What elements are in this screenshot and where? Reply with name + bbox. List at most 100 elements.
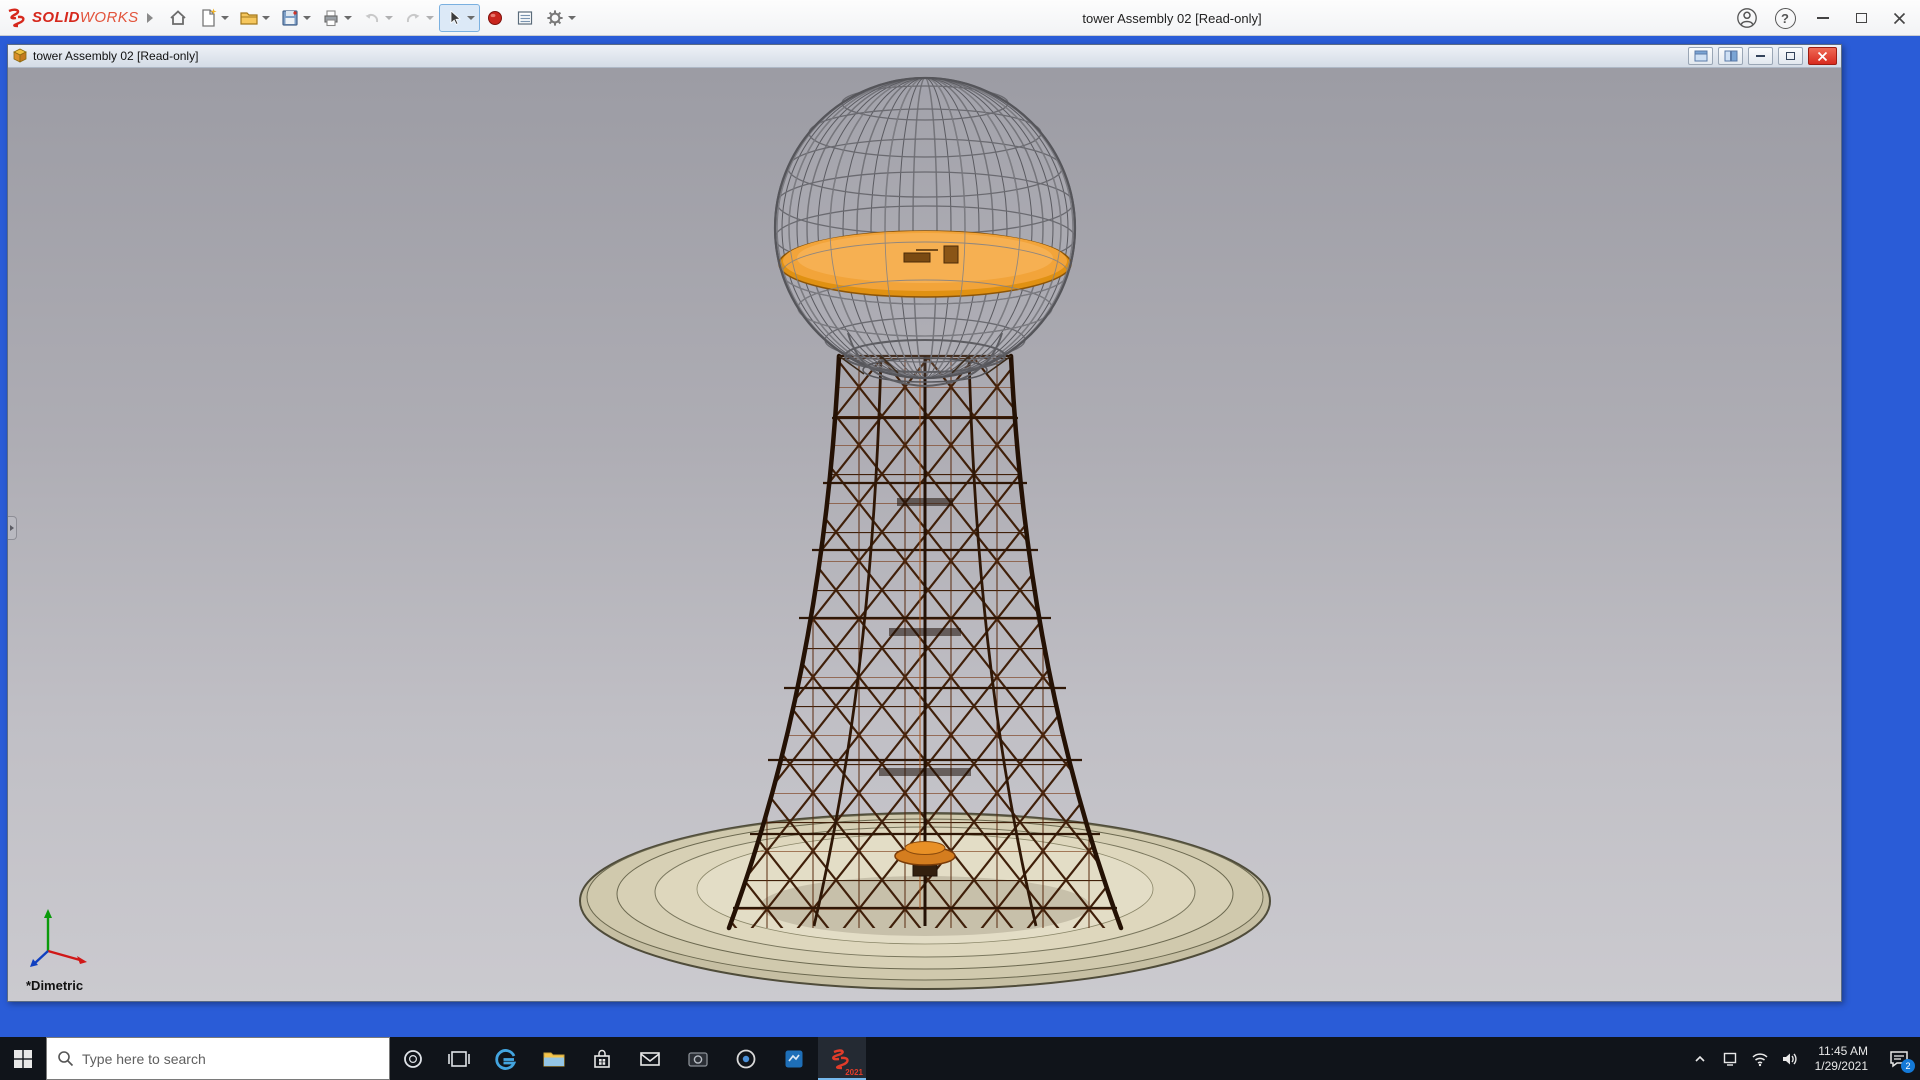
solidworks-taskbar-icon	[829, 1047, 855, 1071]
blue-app-icon	[782, 1047, 806, 1071]
mdi-background: tower Assembly 02 [Read-only]	[0, 36, 1920, 1037]
undo-icon	[362, 8, 382, 28]
store-bag-icon	[590, 1047, 614, 1071]
document-close-button[interactable]	[1808, 47, 1837, 65]
mail-envelope-icon	[638, 1047, 662, 1071]
app-title: tower Assembly 02 [Read-only]	[1082, 0, 1261, 36]
chevron-down-icon[interactable]	[426, 16, 434, 20]
file-explorer-app-icon[interactable]	[530, 1037, 578, 1080]
mail-app-icon[interactable]	[626, 1037, 674, 1080]
tray-network-button[interactable]	[1745, 1037, 1775, 1080]
save-button[interactable]	[275, 4, 316, 32]
save-icon	[280, 8, 300, 28]
window-pane-icon	[1694, 50, 1708, 62]
taskbar-search[interactable]	[46, 1037, 390, 1080]
search-input[interactable]	[82, 1051, 352, 1067]
home-button[interactable]	[163, 4, 193, 32]
close-button[interactable]	[1882, 3, 1916, 33]
redo-button[interactable]	[398, 4, 439, 32]
restore-icon	[1786, 52, 1795, 60]
view-orientation-label: *Dimetric	[26, 978, 83, 993]
minimize-icon	[1817, 17, 1829, 19]
notification-badge: 2	[1901, 1059, 1915, 1073]
window-pane-button-2[interactable]	[1718, 47, 1743, 65]
help-button[interactable]: ?	[1768, 3, 1802, 33]
options-button[interactable]	[540, 4, 581, 32]
cortana-button[interactable]	[390, 1037, 436, 1080]
gear-icon	[545, 8, 565, 28]
clock-date: 1/29/2021	[1815, 1059, 1868, 1074]
redo-icon	[403, 8, 423, 28]
close-icon	[1893, 12, 1906, 25]
chevron-down-icon[interactable]	[303, 16, 311, 20]
open-button[interactable]	[234, 4, 275, 32]
chevron-up-icon	[1693, 1052, 1707, 1066]
store-app-icon[interactable]	[578, 1037, 626, 1080]
assembly-icon	[12, 48, 28, 64]
taskbar-pinned-app-icon-1[interactable]	[674, 1037, 722, 1080]
open-folder-icon	[239, 8, 259, 28]
minimize-button[interactable]	[1806, 3, 1840, 33]
search-icon	[57, 1050, 74, 1067]
tray-volume-button[interactable]	[1775, 1037, 1805, 1080]
print-button[interactable]	[316, 4, 357, 32]
orientation-triad	[24, 899, 96, 971]
app-titlebar: SOLIDWORKS	[0, 0, 1920, 36]
cortana-icon	[402, 1048, 424, 1070]
document-minimize-button[interactable]	[1748, 47, 1773, 65]
brand-text: SOLIDWORKS	[32, 9, 139, 26]
chevron-down-icon[interactable]	[385, 16, 393, 20]
chevron-down-icon[interactable]	[344, 16, 352, 20]
camera-app-icon	[686, 1047, 710, 1071]
select-tool-button[interactable]	[439, 4, 480, 32]
help-icon: ?	[1775, 8, 1796, 29]
maximize-icon	[1856, 13, 1867, 23]
undo-button[interactable]	[357, 4, 398, 32]
tray-expand-button[interactable]	[1685, 1037, 1715, 1080]
monitor-icon	[1722, 1051, 1738, 1067]
toolbar-expand-arrow[interactable]	[147, 13, 153, 23]
tray-device-button[interactable]	[1715, 1037, 1745, 1080]
document-restore-button[interactable]	[1778, 47, 1803, 65]
desktop: SOLIDWORKS	[0, 0, 1920, 1080]
action-center-button[interactable]: 2	[1878, 1037, 1920, 1080]
viewport-3d-scene[interactable]	[8, 68, 1841, 1001]
brand-solid: SOLID	[32, 9, 80, 26]
solidworks-app-icon[interactable]: 2021	[818, 1037, 866, 1080]
brand-works: WORKS	[80, 9, 139, 26]
task-view-icon	[448, 1048, 470, 1070]
print-icon	[321, 8, 341, 28]
account-button[interactable]	[1730, 3, 1764, 33]
chevron-down-icon[interactable]	[221, 16, 229, 20]
start-button[interactable]	[0, 1037, 46, 1080]
edge-app-icon[interactable]	[482, 1037, 530, 1080]
wifi-icon	[1751, 1051, 1769, 1067]
taskbar-pinned-app-icon-2[interactable]	[722, 1037, 770, 1080]
tower-structure[interactable]	[729, 356, 1121, 928]
media-app-icon	[734, 1047, 758, 1071]
maximize-button[interactable]	[1844, 3, 1878, 33]
windows-logo-icon	[13, 1049, 33, 1069]
new-document-button[interactable]	[193, 4, 234, 32]
window-pane-button-1[interactable]	[1688, 47, 1713, 65]
properties-button[interactable]	[510, 4, 540, 32]
solidworks-mark-icon	[6, 8, 28, 28]
new-document-icon	[198, 8, 218, 28]
dome-cupola[interactable]	[775, 78, 1075, 386]
solidworks-logo: SOLIDWORKS	[6, 8, 139, 28]
speaker-icon	[1781, 1051, 1799, 1067]
taskbar: 2021	[0, 1037, 1920, 1080]
document-window: tower Assembly 02 [Read-only]	[7, 44, 1842, 1002]
marketplace-button[interactable]	[480, 4, 510, 32]
chevron-down-icon[interactable]	[568, 16, 576, 20]
list-table-icon	[515, 8, 535, 28]
task-view-button[interactable]	[436, 1037, 482, 1080]
taskbar-pinned-app-icon-3[interactable]	[770, 1037, 818, 1080]
document-titlebar[interactable]: tower Assembly 02 [Read-only]	[8, 45, 1841, 68]
home-icon	[168, 8, 188, 28]
collapsed-panel-tab[interactable]	[8, 516, 17, 540]
graphics-viewport[interactable]: *Dimetric	[8, 68, 1841, 1001]
chevron-down-icon[interactable]	[467, 16, 475, 20]
chevron-down-icon[interactable]	[262, 16, 270, 20]
taskbar-clock[interactable]: 11:45 AM 1/29/2021	[1805, 1037, 1878, 1080]
